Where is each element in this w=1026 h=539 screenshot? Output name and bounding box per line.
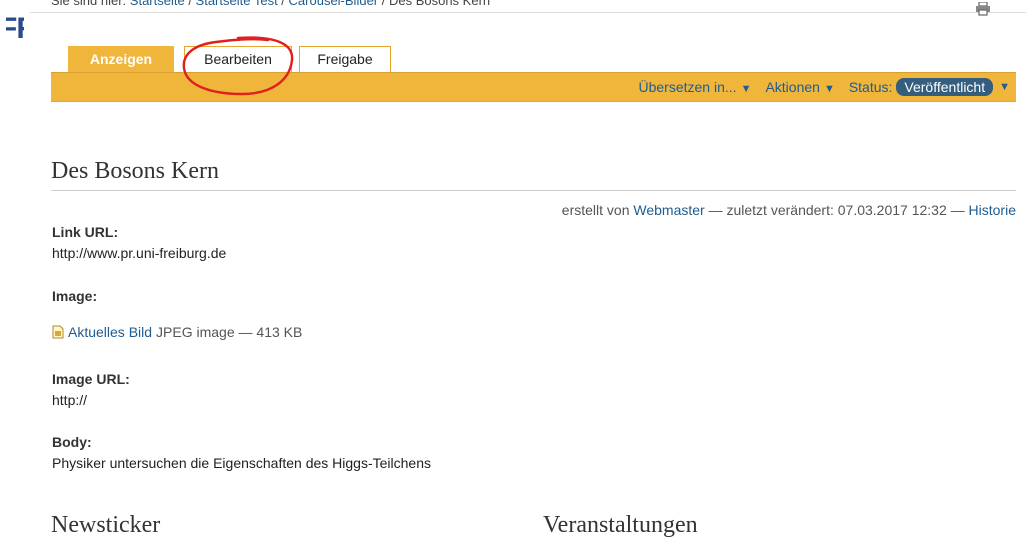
byline-history-link[interactable]: Historie — [969, 202, 1016, 218]
image-label: Image: — [52, 288, 98, 304]
chevron-down-icon: ▼ — [740, 83, 752, 95]
breadcrumb-link-home[interactable]: Startseite — [130, 0, 185, 8]
annotation-circle — [182, 36, 294, 96]
breadcrumb-current: Des Bosons Kern — [388, 0, 491, 8]
body-label: Body: — [52, 434, 92, 450]
site-logo[interactable]: FRI — [6, 10, 24, 56]
page-title: Des Bosons Kern — [51, 158, 219, 184]
document-byline: erstellt von Webmaster — zuletzt verände… — [562, 202, 1016, 218]
translate-menu-label: Übersetzen in... — [638, 79, 737, 95]
tab-view[interactable]: Anzeigen — [68, 46, 174, 72]
content-actions: Übersetzen in... ▼ Aktionen ▼ Status: Verö… — [639, 73, 1017, 101]
actions-menu-label: Aktionen — [765, 79, 820, 95]
body-value: Physiker untersuchen die Eigenschaften d… — [52, 455, 431, 471]
file-icon — [52, 325, 64, 339]
status-badge[interactable]: Veröffentlicht — [896, 78, 994, 96]
breadcrumb-link-test[interactable]: Startseite Test — [196, 0, 278, 8]
translate-menu[interactable]: Übersetzen in... ▼ — [639, 79, 752, 95]
events-heading: Veranstaltungen — [543, 512, 698, 538]
image-file-row: Aktuelles Bild JPEG image — 413 KB — [52, 324, 302, 340]
actions-menu[interactable]: Aktionen ▼ — [765, 79, 834, 95]
newsticker-heading: Newsticker — [51, 512, 161, 538]
byline-modified: — zuletzt verändert: 07.03.2017 12:32 — — [708, 202, 965, 218]
image-file-link[interactable]: Aktuelles Bild — [68, 324, 152, 340]
byline-created-by: erstellt von — [561, 202, 630, 218]
link-url-value: http://www.pr.uni-freiburg.de — [52, 245, 227, 261]
image-url-label: Image URL: — [52, 371, 130, 387]
chevron-down-icon: ▼ — [823, 83, 835, 95]
breadcrumb-link-carousel[interactable]: Carousel-Bilder — [289, 0, 379, 8]
breadcrumb: Sie sind hier: Startseite / Startseite T… — [51, 0, 490, 8]
link-url-label: Link URL: — [52, 224, 119, 240]
image-file-meta: JPEG image — 413 KB — [156, 324, 303, 340]
image-url-value: http:// — [52, 392, 88, 408]
breadcrumb-prefix: Sie sind hier: — [51, 0, 127, 8]
byline-author-link[interactable]: Webmaster — [633, 202, 704, 218]
status-label: Status: — [848, 79, 893, 95]
title-divider — [51, 190, 1016, 191]
print-icon[interactable] — [975, 2, 991, 16]
top-divider — [30, 12, 1026, 13]
logo-text: FRI — [6, 12, 24, 45]
status-chevron-down-icon[interactable]: ▼ — [999, 81, 1010, 93]
tab-share[interactable]: Freigabe — [299, 46, 391, 72]
